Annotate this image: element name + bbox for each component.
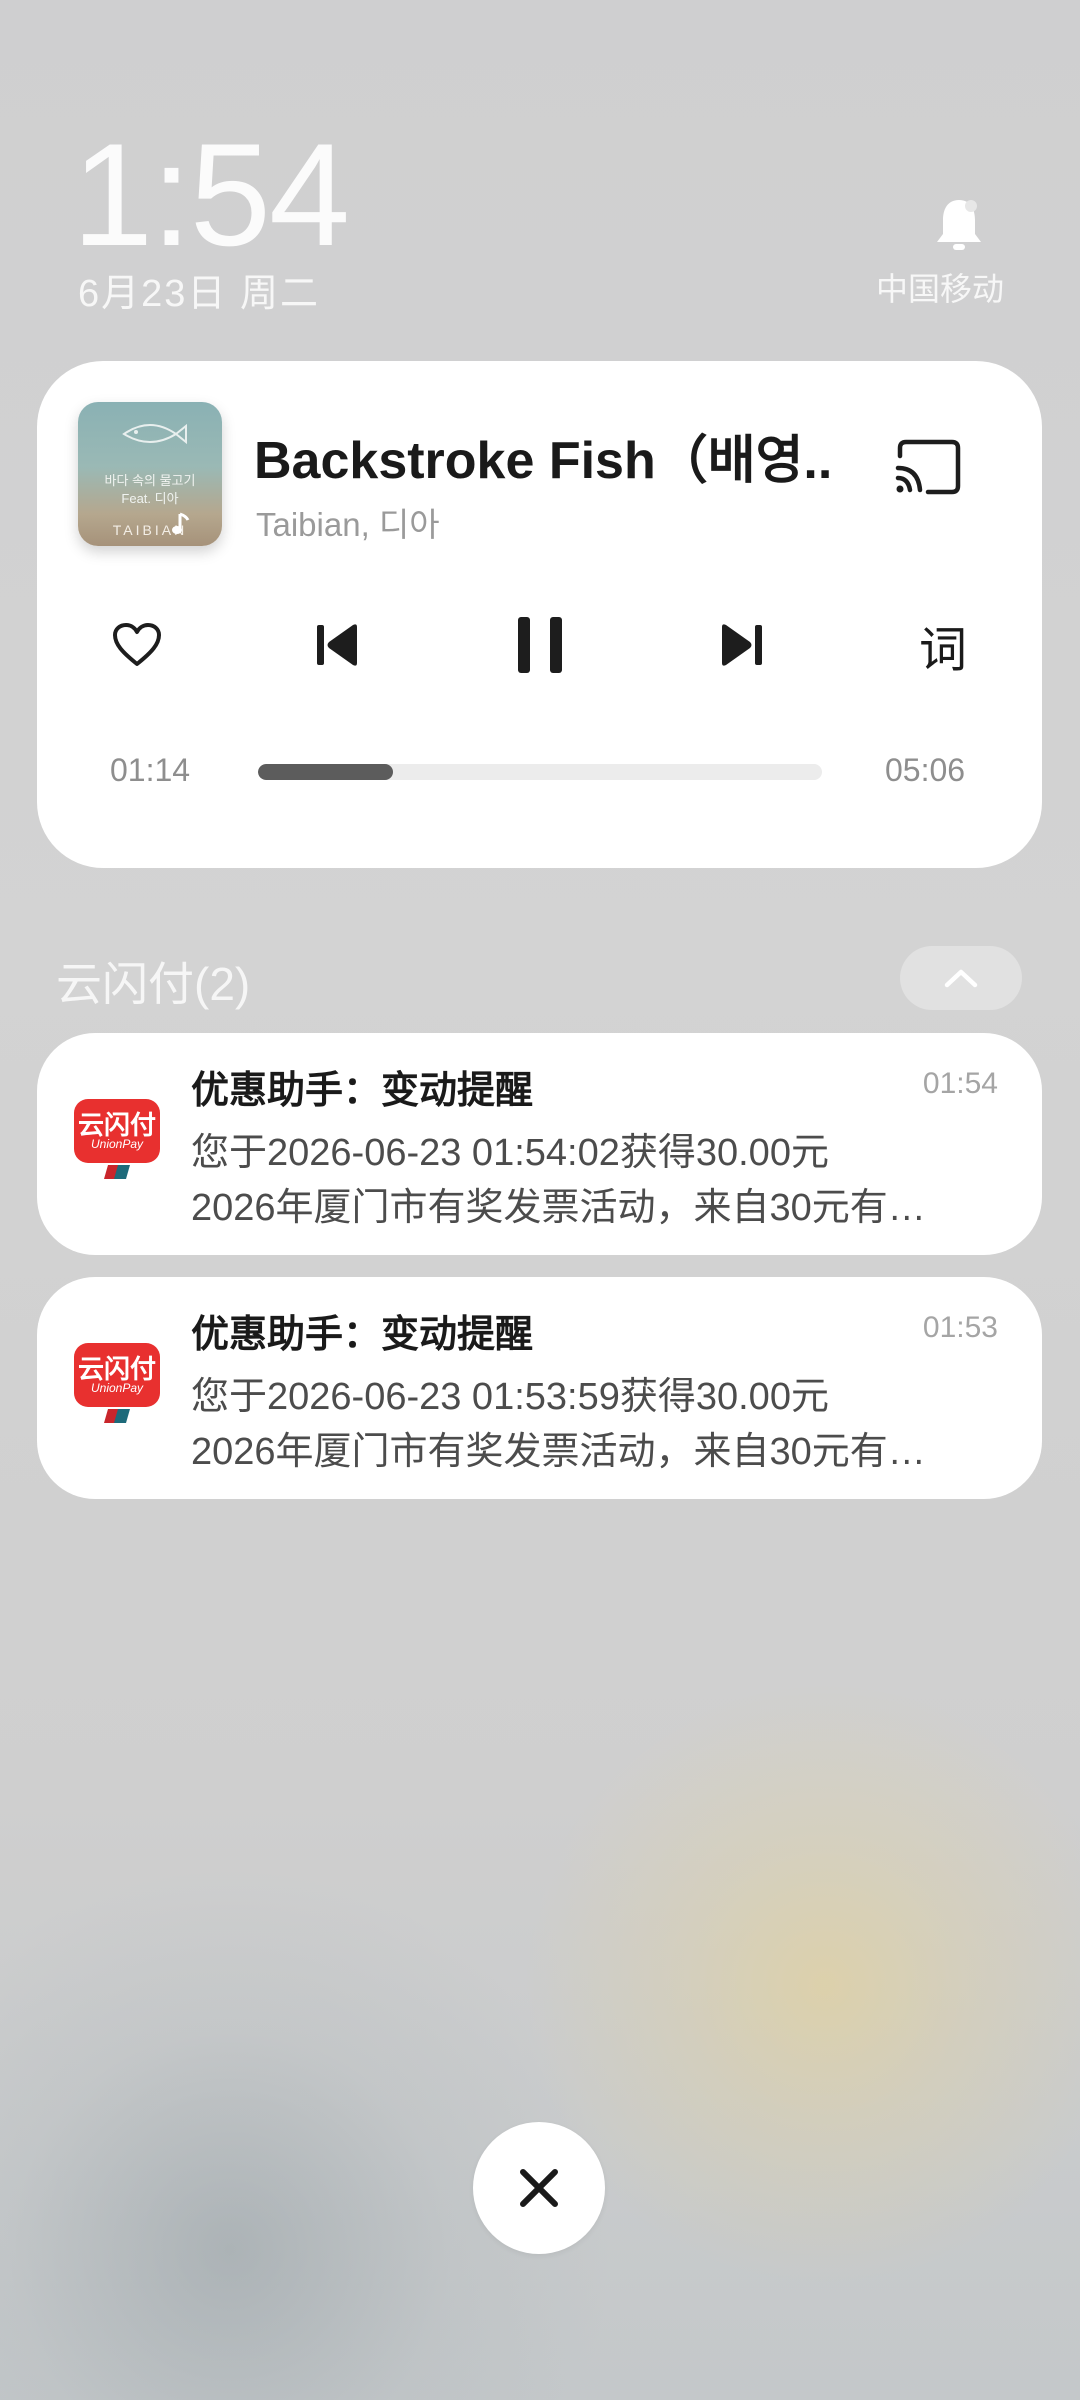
skip-previous-icon bbox=[317, 624, 357, 666]
chevron-up-icon bbox=[944, 969, 978, 988]
notification-time: 01:53 bbox=[922, 1311, 998, 1344]
lyrics-button[interactable]: 词 bbox=[908, 605, 978, 685]
previous-track-button[interactable] bbox=[305, 605, 371, 685]
elapsed-time: 01:14 bbox=[110, 752, 191, 788]
notification-body-line: 2026年厦门市有奖发票活动，来自30元有… bbox=[191, 1187, 926, 1229]
notification-title: 优惠助手：变动提醒 bbox=[191, 1070, 534, 1112]
notification-card[interactable]: 云闪付 UnionPay 优惠助手：变动提醒 01:53 您于2026-06-2… bbox=[37, 1277, 1042, 1499]
next-track-button[interactable] bbox=[708, 605, 774, 685]
clear-notifications-button[interactable] bbox=[473, 2122, 605, 2254]
notification-body-line: 2026年厦门市有奖发票活动，来自30元有… bbox=[191, 1431, 926, 1473]
bell-icon[interactable] bbox=[933, 196, 985, 256]
unionpay-app-icon: 云闪付 UnionPay bbox=[74, 1343, 160, 1435]
app-logo-sub: UnionPay bbox=[90, 1381, 144, 1395]
pause-icon bbox=[518, 617, 562, 673]
total-duration: 05:06 bbox=[885, 752, 966, 788]
album-art-text: Feat. 디아 bbox=[121, 491, 179, 506]
notification-body-line: 您于2026-06-23 01:54:02获得30.00元 bbox=[191, 1132, 829, 1174]
heart-icon bbox=[113, 623, 161, 666]
unionpay-app-icon: 云闪付 UnionPay bbox=[74, 1099, 160, 1191]
lockscreen-date: 6月23日 周二 bbox=[78, 273, 320, 315]
progress-fill bbox=[258, 764, 394, 780]
collapse-group-button[interactable] bbox=[900, 946, 1022, 1010]
notification-card[interactable]: 云闪付 UnionPay 优惠助手：变动提醒 01:54 您于2026-06-2… bbox=[37, 1033, 1042, 1255]
notification-group-title: 云闪付(2) bbox=[56, 958, 251, 1010]
song-artist: Taibian, 디아 bbox=[256, 506, 440, 543]
progress-bar[interactable] bbox=[258, 764, 822, 780]
app-logo-sub: UnionPay bbox=[90, 1137, 144, 1151]
skip-next-icon bbox=[722, 624, 762, 666]
lockscreen-clock: 1:54 bbox=[72, 113, 350, 276]
carrier-name: 中国移动 bbox=[876, 271, 1005, 307]
close-icon bbox=[520, 2169, 558, 2207]
album-art-text: TAIBIAN bbox=[112, 522, 188, 538]
notification-title: 优惠助手：变动提醒 bbox=[191, 1314, 534, 1356]
album-art-text: 바다 속의 물고기 bbox=[104, 473, 196, 488]
cast-icon[interactable] bbox=[892, 438, 964, 496]
song-title: Backstroke Fish（배영... bbox=[254, 432, 834, 490]
album-art[interactable]: 바다 속의 물고기 Feat. 디아 TAIBIAN bbox=[78, 402, 222, 546]
music-note-icon bbox=[172, 512, 190, 534]
like-button[interactable] bbox=[105, 605, 169, 685]
pause-button[interactable] bbox=[500, 605, 580, 685]
notification-time: 01:54 bbox=[922, 1067, 998, 1100]
notification-body-line: 您于2026-06-23 01:53:59获得30.00元 bbox=[191, 1376, 829, 1418]
